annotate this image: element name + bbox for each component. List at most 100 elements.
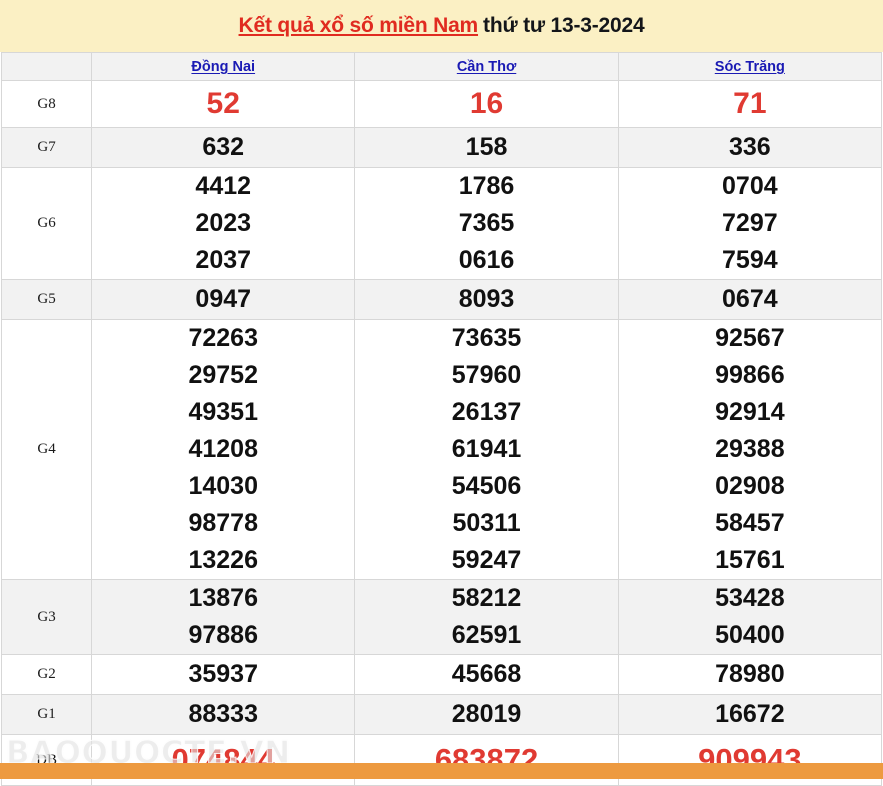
page-title-banner: Kết quả xổ số miền Nam thứ tư 13-3-2024 — [0, 0, 883, 52]
province-link-can-tho[interactable]: Cần Thơ — [457, 59, 516, 75]
lottery-number: 88333 — [188, 700, 258, 728]
prize-cell: 0674 — [617, 279, 883, 320]
lottery-number: 41208 — [188, 435, 258, 463]
prize-cell: 73635 57960 26137 61941 54506 50311 59247 — [354, 319, 619, 580]
lottery-number: 71 — [733, 87, 767, 120]
lottery-number: 92567 — [715, 324, 785, 352]
prize-cell: 28019 — [354, 694, 619, 735]
prize-cell: 45668 — [354, 654, 619, 695]
table-row: G7 632 158 336 — [0, 127, 883, 168]
table-row: G8 52 16 71 — [0, 80, 883, 128]
prize-label-g2: G2 — [0, 654, 93, 695]
lottery-number: 0704 — [722, 172, 778, 200]
table-row: G5 0947 8093 0674 — [0, 279, 883, 320]
lottery-number: 15761 — [715, 546, 785, 574]
lottery-number: 53428 — [715, 584, 785, 612]
lottery-number: 62591 — [451, 621, 522, 649]
lottery-number: 26137 — [451, 398, 522, 426]
prize-cell: 35937 — [91, 654, 356, 695]
prize-label-g1: G1 — [0, 694, 93, 735]
lottery-number: 16 — [469, 87, 504, 120]
lottery-number: 8093 — [458, 285, 515, 313]
lottery-number: 13876 — [188, 584, 258, 612]
lottery-number: 61941 — [451, 435, 522, 463]
lottery-number: 2037 — [195, 246, 252, 274]
lottery-number: 0616 — [458, 246, 515, 274]
lottery-number: 7594 — [722, 246, 778, 274]
lottery-number: 336 — [728, 133, 771, 161]
prize-cell: 336 — [617, 127, 883, 168]
province-link-soc-trang[interactable]: Sóc Trăng — [715, 59, 785, 75]
lottery-number: 54506 — [451, 472, 522, 500]
lottery-number: 58212 — [451, 584, 522, 612]
prize-cell: 71 — [617, 80, 883, 128]
table-row: G2 35937 45668 78980 — [0, 654, 883, 695]
lottery-number: 50311 — [452, 509, 521, 537]
prize-cell: 0704 7297 7594 — [617, 167, 883, 280]
prize-label-g3: G3 — [0, 579, 93, 655]
prize-cell: 92567 99866 92914 29388 02908 58457 15761 — [617, 319, 883, 580]
prize-label-g7: G7 — [0, 127, 93, 168]
lottery-number: 0674 — [722, 285, 778, 313]
prize-label-g5: G5 — [0, 279, 93, 320]
prize-cell: 158 — [354, 127, 619, 168]
lottery-number: 2023 — [195, 209, 252, 237]
prize-cell: 16672 — [617, 694, 883, 735]
lottery-number: 0947 — [195, 285, 252, 313]
page-title: Kết quả xổ số miền Nam thứ tư 13-3-2024 — [239, 14, 645, 38]
lottery-number: 52 — [206, 87, 240, 120]
lottery-number: 98778 — [188, 509, 258, 537]
results-table-wrapper: Đồng Nai Cần Thơ Sóc Trăng G8 52 16 71 G7 632… — [0, 52, 883, 786]
lottery-number: 4412 — [195, 172, 252, 200]
lottery-number: 59247 — [451, 546, 522, 574]
lottery-number: 92914 — [715, 398, 785, 426]
lottery-number: 158 — [465, 133, 508, 161]
header-province-0: Đồng Nai — [91, 52, 356, 81]
prize-cell: 78980 — [617, 654, 883, 695]
prize-label-g4: G4 — [0, 319, 93, 580]
result-date: thứ tư 13-3-2024 — [483, 14, 645, 37]
table-header: Đồng Nai Cần Thơ Sóc Trăng — [0, 52, 883, 81]
prize-cell: 13876 97886 — [91, 579, 356, 655]
lottery-number: 14030 — [188, 472, 258, 500]
table-body: G8 52 16 71 G7 632 158 336 G6 4412 2023 2037 1786 736… — [0, 80, 883, 786]
prize-cell: 53428 50400 — [617, 579, 883, 655]
lottery-region-link[interactable]: Kết quả xổ số miền Nam — [239, 14, 479, 37]
lottery-number: 13226 — [188, 546, 258, 574]
prize-cell: 0947 — [91, 279, 356, 320]
lottery-number: 28019 — [451, 700, 522, 728]
prize-cell: 16 — [354, 80, 619, 128]
prize-cell: 88333 — [91, 694, 356, 735]
prize-cell: 52 — [91, 80, 356, 128]
lottery-number: 50400 — [715, 621, 785, 649]
prize-cell: 58212 62591 — [354, 579, 619, 655]
lottery-number: 57960 — [451, 361, 522, 389]
table-row: G6 4412 2023 2037 1786 7365 0616 0704 7297 7594 — [0, 167, 883, 280]
lottery-number: 29388 — [715, 435, 785, 463]
lottery-number: 632 — [202, 133, 245, 161]
header-province-1: Cần Thơ — [354, 52, 619, 81]
lottery-number: 35937 — [188, 660, 258, 688]
prize-cell: 8093 — [354, 279, 619, 320]
prize-cell: 4412 2023 2037 — [91, 167, 356, 280]
lottery-number: 02908 — [715, 472, 785, 500]
lottery-number: 72263 — [188, 324, 258, 352]
prize-label-g8: G8 — [0, 80, 93, 128]
lottery-number: 45668 — [451, 660, 522, 688]
lottery-number: 58457 — [715, 509, 785, 537]
table-row: G4 72263 29752 49351 41208 14030 98778 13226 736… — [0, 319, 883, 580]
lottery-number: 99866 — [715, 361, 785, 389]
header-province-2: Sóc Trăng — [617, 52, 883, 81]
province-link-dong-nai[interactable]: Đồng Nai — [191, 59, 255, 75]
lottery-number: 7365 — [458, 209, 515, 237]
prize-cell: 1786 7365 0616 — [354, 167, 619, 280]
lottery-number: 29752 — [188, 361, 258, 389]
lottery-number: 78980 — [715, 660, 785, 688]
lottery-number: 97886 — [188, 621, 258, 649]
prize-cell: 72263 29752 49351 41208 14030 98778 13226 — [91, 319, 356, 580]
table-header-row: Đồng Nai Cần Thơ Sóc Trăng — [0, 52, 883, 81]
prize-label-g6: G6 — [0, 167, 93, 280]
lottery-number: 49351 — [188, 398, 258, 426]
lottery-number: 73635 — [451, 324, 522, 352]
lottery-number: 16672 — [715, 700, 785, 728]
